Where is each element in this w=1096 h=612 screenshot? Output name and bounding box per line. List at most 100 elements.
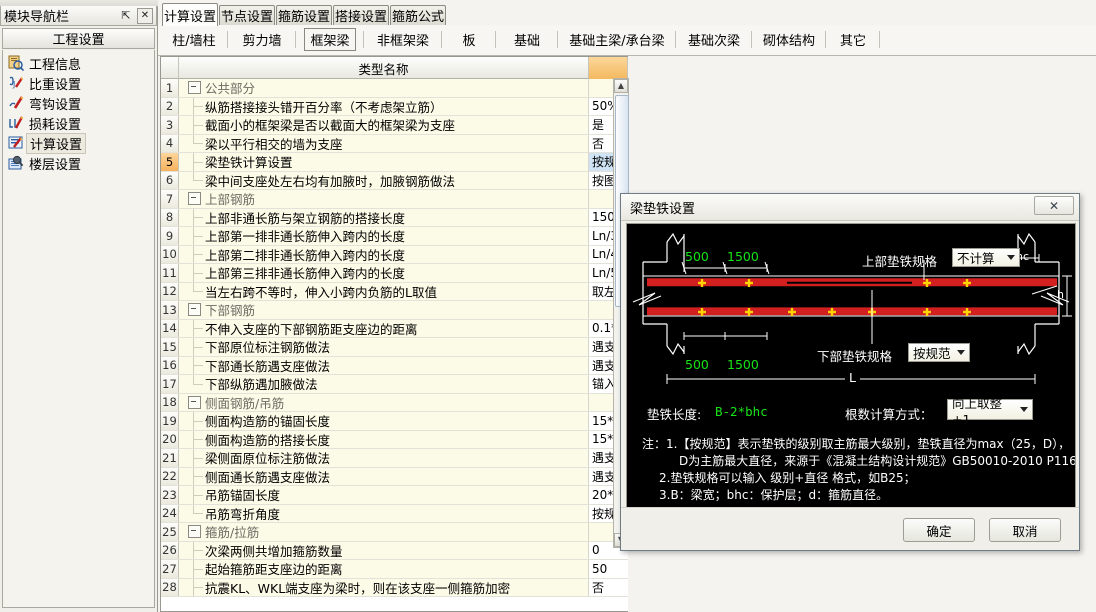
table-row[interactable]: 13 下部钢筋 (161, 301, 628, 320)
table-row[interactable]: 15 下部原位标注钢筋做法 遇支 (161, 338, 628, 357)
navigator-section-header[interactable]: 工程设置 (2, 28, 155, 49)
sidebar-item-hook-setting[interactable]: 弯钩设置 (3, 93, 154, 113)
row-number: 28 (161, 578, 179, 596)
table-row[interactable]: 10 上部第二排非通长筋伸入跨内的长度 Ln/4 (161, 245, 628, 264)
subtab-foundation-main-beam[interactable]: 基础主梁/承台梁 (560, 28, 674, 50)
tree-line (181, 578, 205, 596)
top-pad-spec-dropdown[interactable]: 不计算 (952, 248, 1020, 267)
table-row[interactable]: 21 梁侧面原位标注筋做法 遇支 (161, 449, 628, 468)
row-label: 公共部分 (205, 81, 256, 97)
table-row[interactable]: 3 截面小的框架梁是否以截面大的框架梁为支座是 (161, 116, 628, 135)
row-label: 上部第二排非通长筋伸入跨内的长度 (205, 247, 406, 263)
tree-line (181, 541, 205, 559)
ok-button[interactable]: 确定 (903, 518, 975, 542)
subtab-label: 基础主梁/承台梁 (569, 33, 665, 49)
row-number: 19 (161, 412, 179, 430)
close-icon[interactable]: ✕ (1034, 196, 1074, 215)
table-row[interactable]: 7 上部钢筋 (161, 190, 628, 209)
collapse-expander-icon[interactable] (188, 81, 201, 95)
subtab-frame-beam[interactable]: 框架梁 (298, 27, 362, 51)
tree-line (181, 282, 205, 301)
row-type-name: 起始箍筋距支座边的距离 (179, 560, 589, 578)
sidebar-item-calc-setting[interactable]: 计算设置 (3, 132, 154, 154)
bottom-pad-spec-dropdown[interactable]: 按规范 (908, 343, 970, 362)
table-row[interactable]: 23 吊筋锚固长度 20*d (161, 486, 628, 505)
table-row[interactable]: 5梁垫铁计算设置按规范计算 (161, 153, 628, 172)
table-row[interactable]: 14 不伸入支座的下部钢筋距支座边的距离 0.1* (161, 319, 628, 338)
collapse-expander-icon[interactable] (188, 395, 201, 409)
row-number: 5 (161, 153, 179, 171)
cancel-button[interactable]: 取消 (989, 518, 1061, 542)
table-row[interactable]: 18 侧面钢筋/吊筋 (161, 393, 628, 412)
table-row[interactable]: 24 吊筋弯折角度 按规 (161, 504, 628, 523)
scroll-up-arrow[interactable]: ▲ (614, 79, 628, 93)
navigator-section-title: 工程设置 (52, 33, 105, 48)
table-row[interactable]: 8 上部非通长筋与架立钢筋的搭接长度 150 (161, 208, 628, 227)
row-number: 15 (161, 338, 179, 356)
sidebar-item-label: 楼层设置 (29, 157, 82, 173)
sidebar-item-loss-setting[interactable]: 损耗设置 (3, 113, 154, 133)
tab-node-setting[interactable]: 节点设置 (219, 5, 275, 25)
row-type-name: 梁垫铁计算设置 (179, 153, 589, 171)
sidebar-item-label: 工程信息 (29, 57, 82, 73)
table-row[interactable]: 16 下部通长筋遇支座做法 遇支 (161, 356, 628, 375)
subtab-column-wall[interactable]: 柱/墙柱 (162, 28, 226, 50)
table-row[interactable]: 28 抗震KL、WKL端支座为梁时，则在该支座一侧箍筋加密 否 (161, 578, 628, 597)
subtab-foundation[interactable]: 基础 (498, 28, 556, 50)
table-row[interactable]: 9 上部第一排非通长筋伸入跨内的长度 Ln/3 (161, 227, 628, 246)
collapse-expander-icon[interactable] (188, 192, 201, 206)
row-value[interactable]: 否 (589, 578, 628, 596)
pin-icon[interactable]: ⇱ (118, 8, 134, 24)
tree-line (181, 430, 205, 448)
table-row[interactable]: 1 公共部分 (161, 79, 628, 98)
table-row[interactable]: 12 当左右跨不等时，伸入小跨内负筋的L取值 取左 (161, 282, 628, 301)
subtab-other[interactable]: 其它 (828, 28, 878, 50)
table-row[interactable]: 4 梁以平行相交的墙为支座否 (161, 134, 628, 153)
tab-stirrup-formula[interactable]: 箍筋公式 (390, 5, 446, 25)
subtab-masonry-structure[interactable]: 砌体结构 (754, 28, 824, 50)
tab-calc-setting[interactable]: 计算设置 (162, 3, 218, 26)
table-row[interactable]: 19 侧面构造筋的锚固长度 15*d (161, 412, 628, 431)
table-row[interactable]: 2 纵筋搭接接头错开百分率（不考虑架立筋） 50% (161, 97, 628, 116)
top-pad-spec-value: 不计算 (957, 251, 995, 266)
tab-stirrup-setting[interactable]: 箍筋设置 (276, 5, 332, 25)
subtab-slab[interactable]: 板 (444, 28, 494, 50)
row-label: 梁中间支座处左右均有加腋时，加腋钢筋做法 (205, 173, 456, 189)
row-type-name: 吊筋锚固长度 (179, 486, 589, 504)
subtab-non-frame-beam[interactable]: 非框架梁 (366, 28, 440, 50)
subtab-shear-wall[interactable]: 剪力墙 (230, 28, 294, 50)
chevron-down-icon (1020, 407, 1028, 412)
collapse-expander-icon[interactable] (188, 525, 201, 539)
row-type-name: 侧面构造筋的搭接长度 (179, 430, 589, 448)
table-row[interactable]: 20 侧面构造筋的搭接长度 15*d (161, 430, 628, 449)
subtab-foundation-secondary-beam[interactable]: 基础次梁 (678, 28, 750, 50)
table-row[interactable]: 26 次梁两侧共增加箍筋数量 0 (161, 541, 628, 560)
table-row[interactable]: 27 起始箍筋距支座边的距离 50 (161, 560, 628, 579)
count-mode-dropdown[interactable]: 向上取整+1 (947, 396, 1033, 427)
row-label: 截面小的框架梁是否以截面大的框架梁为支座 (205, 118, 456, 134)
row-number: 21 (161, 449, 179, 467)
table-row[interactable]: 6梁中间支座处左右均有加腋时，加腋钢筋做法按图集贯通计算 (161, 171, 628, 190)
subtab-label: 其它 (839, 33, 866, 49)
row-value[interactable]: 50 (589, 560, 628, 578)
table-row[interactable]: 22 侧面通长筋遇支座做法 遇支 (161, 467, 628, 486)
sidebar-item-label: 比重设置 (29, 77, 82, 93)
table-row[interactable]: 11 上部第三排非通长筋伸入跨内的长度 Ln/5 (161, 264, 628, 283)
sidebar-item-weight-setting[interactable]: J 比重设置 (3, 73, 154, 93)
row-type-name: 次梁两侧共增加箍筋数量 (179, 541, 589, 559)
tree-line (181, 245, 205, 263)
sidebar-item-floor-setting[interactable]: 楼层设置 (3, 153, 154, 173)
table-row[interactable]: 17 下部纵筋遇加腋做法 锚入 (161, 375, 628, 394)
collapse-expander-icon[interactable] (188, 303, 201, 317)
close-icon[interactable]: ✕ (137, 7, 153, 24)
tab-lap-setting[interactable]: 搭接设置 (333, 5, 389, 25)
row-number: 26 (161, 541, 179, 559)
tree-line (181, 356, 205, 374)
row-label: 侧面构造筋的锚固长度 (205, 414, 331, 430)
h-label: h (1057, 288, 1064, 301)
sidebar-item-project-info[interactable]: 工程信息 (3, 53, 154, 73)
tree-line (181, 116, 205, 134)
table-row[interactable]: 25 箍筋/拉筋 (161, 523, 628, 542)
subtab-label: 板 (462, 33, 476, 49)
secondary-tabstrip: 柱/墙柱 剪力墙 框架梁 非框架梁 板 基础 基础主梁/承台梁 基础次梁 砌体结… (158, 25, 1096, 56)
